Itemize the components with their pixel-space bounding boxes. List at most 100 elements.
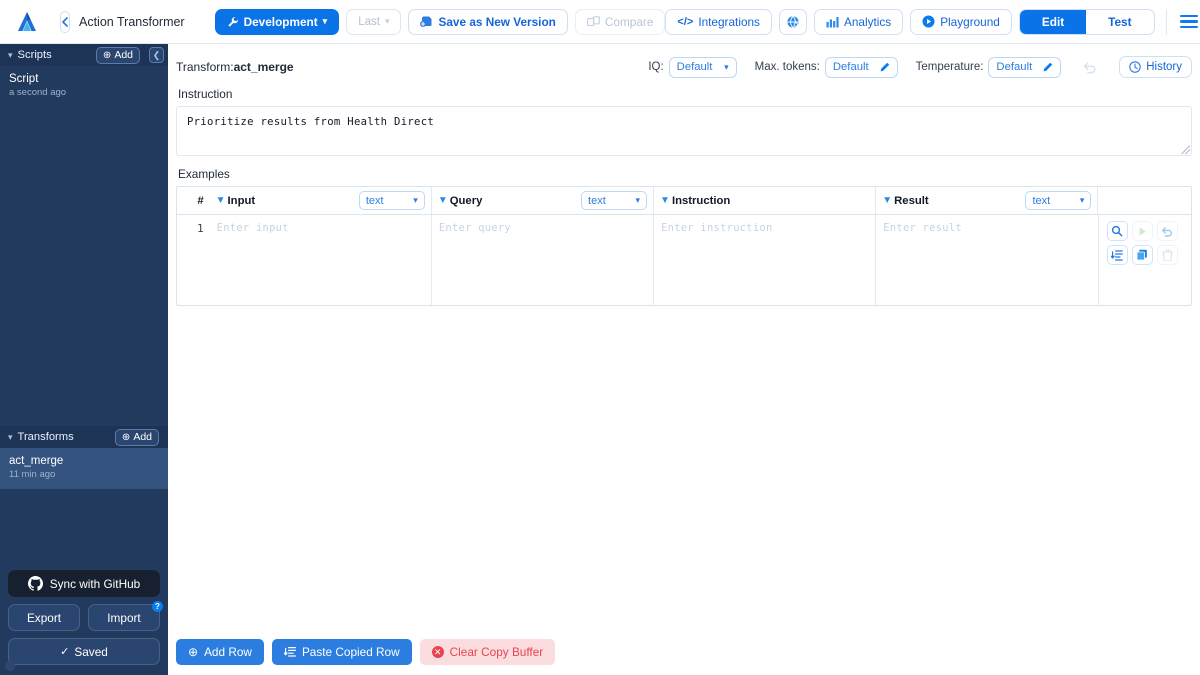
column-header-input: ▼ Input text ▾ [210,187,432,214]
chevron-down-icon: ▾ [1080,195,1085,206]
environment-dropdown[interactable]: Development ▾ [215,9,340,35]
chevron-down-icon: ▾ [385,16,390,27]
check-icon: ✓ [60,645,69,658]
revert-row-button[interactable] [1157,221,1178,241]
back-button[interactable] [60,11,70,33]
sidebar-item-act-merge[interactable]: act_merge 11 min ago [0,448,168,489]
instruction-placeholder: Enter instruction [661,222,869,234]
saved-status-button[interactable]: ✓ Saved [8,638,160,665]
globe-icon [786,15,800,29]
cell-query[interactable]: Enter query [432,215,654,305]
insert-row-button[interactable] [1107,245,1128,265]
version-select-value: Last [358,16,380,28]
filter-icon[interactable]: ▼ [660,196,670,206]
cell-input[interactable]: Enter input [210,215,432,305]
play-circle-icon [922,15,935,28]
save-as-new-version-button[interactable]: Save as New Version [408,9,567,35]
mode-tabs: Edit Test [1019,9,1155,35]
bar-chart-icon [826,16,839,28]
plus-circle-icon: ⊕ [122,432,130,443]
add-row-button[interactable]: ⊕ Add Row [176,639,264,665]
chevron-down-icon: ▾ [413,195,418,206]
instruction-value: Prioritize results from Health Direct [187,116,1181,128]
adept-logo-icon [14,8,40,36]
playground-button[interactable]: Playground [910,9,1012,35]
table-footer-toolbar: ⊕ Add Row Paste Copied Row ✕ Clear Copy … [168,629,1200,675]
input-type-select[interactable]: text ▾ [359,191,425,210]
top-header: Action Transformer Development ▾ Last ▾ … [0,0,1200,44]
instruction-textarea[interactable]: Prioritize results from Health Direct [176,106,1192,156]
table-header-row: # ▼ Input text ▾ ▼ [177,187,1191,215]
result-type-select[interactable]: text ▾ [1025,191,1091,210]
pencil-icon[interactable] [879,62,890,73]
chevron-down-icon[interactable]: ▾ [8,50,13,61]
transform-toolbar: Transform:act_merge IQ: Default ▾ Max. t… [176,56,1192,78]
export-button[interactable]: Export [8,604,80,631]
row-actions [1099,215,1191,305]
sidebar-item-script[interactable]: Script a second ago [0,66,168,107]
chevron-down-icon[interactable]: ▾ [8,432,13,443]
code-brackets-icon: </> [677,16,693,28]
chevron-down-icon: ▾ [323,16,328,27]
sidebar-footer: Sync with GitHub Export Import ? ✓ Saved [0,562,168,675]
undo-arrow-icon [1083,61,1097,74]
cell-instruction[interactable]: Enter instruction [654,215,876,305]
query-placeholder: Enter query [439,222,647,234]
instruction-label: Instruction [178,87,1192,101]
playground-label: Playground [940,15,1000,29]
filter-icon[interactable]: ▼ [882,196,892,206]
copy-row-button[interactable] [1132,245,1153,265]
import-button[interactable]: Import ? [88,604,160,631]
delete-row-button[interactable] [1157,245,1178,265]
sync-with-github-button[interactable]: Sync with GitHub [8,570,160,597]
add-transform-label: Add [133,431,152,443]
clear-copy-buffer-button[interactable]: ✕ Clear Copy Buffer [420,639,556,665]
resize-grip-icon[interactable] [1181,145,1190,154]
app-root: Action Transformer Development ▾ Last ▾ … [0,0,1200,675]
paste-icon [284,646,296,658]
undo-button[interactable] [1077,61,1103,74]
list-item-name: Script [9,72,159,86]
filter-icon[interactable]: ▼ [438,196,448,206]
version-select[interactable]: Last ▾ [346,9,401,35]
analytics-button[interactable]: Analytics [814,9,903,35]
inspect-row-button[interactable] [1107,221,1128,241]
compare-button[interactable]: Compare [575,9,666,35]
temperature-field[interactable]: Default [988,57,1061,78]
import-help-badge[interactable]: ? [152,601,163,612]
tab-test[interactable]: Test [1086,10,1153,34]
history-button[interactable]: History [1119,56,1192,78]
globe-button[interactable] [779,9,807,35]
max-tokens-field[interactable]: Default [825,57,898,78]
query-type-value: text [588,195,606,207]
paste-copied-row-button[interactable]: Paste Copied Row [272,639,412,665]
cell-result[interactable]: Enter result [876,215,1098,305]
add-transform-button[interactable]: ⊕ Add [115,429,159,446]
collapse-sidebar-button[interactable]: ❮ [149,47,164,63]
compare-icon [587,16,600,28]
query-type-select[interactable]: text ▾ [581,191,647,210]
environment-label: Development [244,15,318,29]
wrench-icon [227,16,239,28]
pencil-icon[interactable] [1042,62,1053,73]
input-placeholder: Enter input [217,222,425,234]
max-tokens-param: Max. tokens: Default [755,57,898,78]
saved-label: Saved [74,645,107,659]
header-actions: </> Integrations Analytics Playground [665,9,1197,35]
table-row: 1 Enter input Enter query Enter instruct… [177,215,1191,305]
add-script-button[interactable]: ⊕ Add [96,47,140,64]
transforms-section-header[interactable]: ▾ Transforms ⊕ Add [0,426,168,448]
iq-dropdown[interactable]: Default ▾ [669,57,737,78]
compare-label: Compare [605,15,654,29]
temperature-param: Temperature: Default [916,57,1062,78]
scripts-section-header[interactable]: ▾ Scripts ⊕ Add ❮ [0,44,168,66]
input-type-value: text [366,195,384,207]
iq-param: IQ: Default ▾ [648,57,736,78]
integrations-button[interactable]: </> Integrations [665,9,772,35]
hamburger-menu-icon[interactable] [1180,15,1198,29]
temperature-value: Default [996,61,1032,73]
run-row-button[interactable] [1132,221,1153,241]
tab-edit[interactable]: Edit [1020,10,1086,34]
chevron-down-icon: ▾ [724,62,729,73]
filter-icon[interactable]: ▼ [216,196,226,206]
